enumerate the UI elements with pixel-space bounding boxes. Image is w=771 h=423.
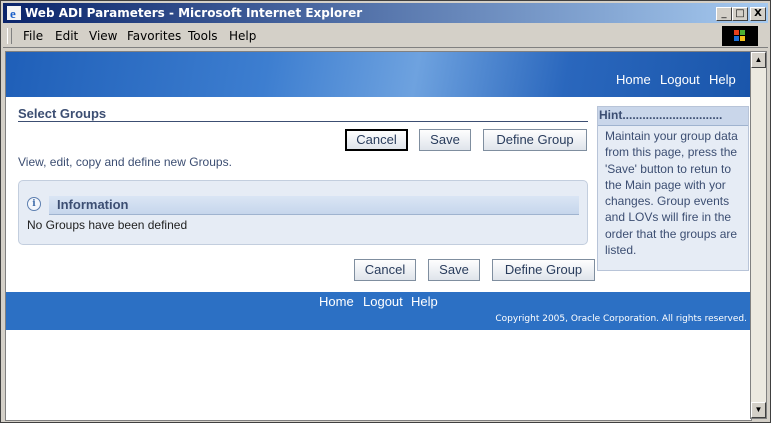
menu-view[interactable]: View [89, 29, 117, 43]
hint-panel: Hint.............................. Maint… [597, 106, 749, 271]
menu-file[interactable]: File [23, 29, 43, 43]
menu-favorites[interactable]: Favorites [127, 29, 181, 43]
title-bar: e Web ADI Parameters - Microsoft Interne… [3, 3, 768, 23]
window-title: Web ADI Parameters - Microsoft Internet … [25, 6, 363, 20]
header-banner: Home Logout Help [6, 52, 751, 97]
header-help-link[interactable]: Help [709, 72, 736, 87]
copyright-text: Copyright 2005, Oracle Corporation. All … [495, 314, 747, 324]
vertical-scrollbar[interactable]: ▲ ▼ [750, 51, 767, 419]
cancel-button-top[interactable]: Cancel [345, 129, 408, 151]
footer-home-link[interactable]: Home [319, 294, 354, 309]
page-description: View, edit, copy and define new Groups. [18, 155, 232, 169]
menu-edit[interactable]: Edit [55, 29, 78, 43]
save-button-top[interactable]: Save [419, 129, 471, 151]
internet-explorer-icon: e [7, 6, 21, 20]
header-logout-link[interactable]: Logout [660, 72, 700, 87]
page-viewport: Home Logout Help Select Groups Cancel Sa… [5, 51, 752, 421]
browser-window: e Web ADI Parameters - Microsoft Interne… [0, 0, 771, 423]
maximize-button[interactable]: □ [732, 7, 748, 21]
footer-bar: Home Logout Help Copyright 2005, Oracle … [6, 292, 751, 330]
footer-help-link[interactable]: Help [411, 294, 438, 309]
info-icon: i [27, 197, 41, 211]
close-button[interactable]: X [750, 7, 766, 21]
windows-logo-icon [722, 26, 758, 46]
minimize-button[interactable]: _ [716, 7, 732, 21]
header-home-link[interactable]: Home [616, 72, 651, 87]
define-group-button-top[interactable]: Define Group [483, 129, 587, 151]
define-group-button-bottom[interactable]: Define Group [492, 259, 595, 281]
information-header: Information [49, 196, 579, 215]
hint-text: Maintain your group data from this page,… [605, 129, 738, 258]
scroll-down-arrow-icon[interactable]: ▼ [751, 402, 766, 418]
toolbar-grip[interactable] [7, 28, 12, 44]
menu-help[interactable]: Help [229, 29, 256, 43]
cancel-button-bottom[interactable]: Cancel [354, 259, 416, 281]
footer-logout-link[interactable]: Logout [363, 294, 403, 309]
menu-tools[interactable]: Tools [188, 29, 218, 43]
menu-bar: File Edit View Favorites Tools Help [3, 25, 768, 48]
banner-divider [6, 97, 751, 100]
svg-text:e: e [10, 6, 16, 20]
page-title: Select Groups [18, 106, 107, 121]
information-box: i Information No Groups have been define… [18, 180, 588, 245]
information-message: No Groups have been defined [27, 218, 188, 232]
save-button-bottom[interactable]: Save [428, 259, 480, 281]
title-divider [18, 121, 588, 122]
hint-title: Hint.............................. [599, 108, 723, 122]
scroll-up-arrow-icon[interactable]: ▲ [751, 52, 766, 68]
hint-header: Hint.............................. [598, 107, 748, 126]
information-title: Information [57, 197, 129, 212]
